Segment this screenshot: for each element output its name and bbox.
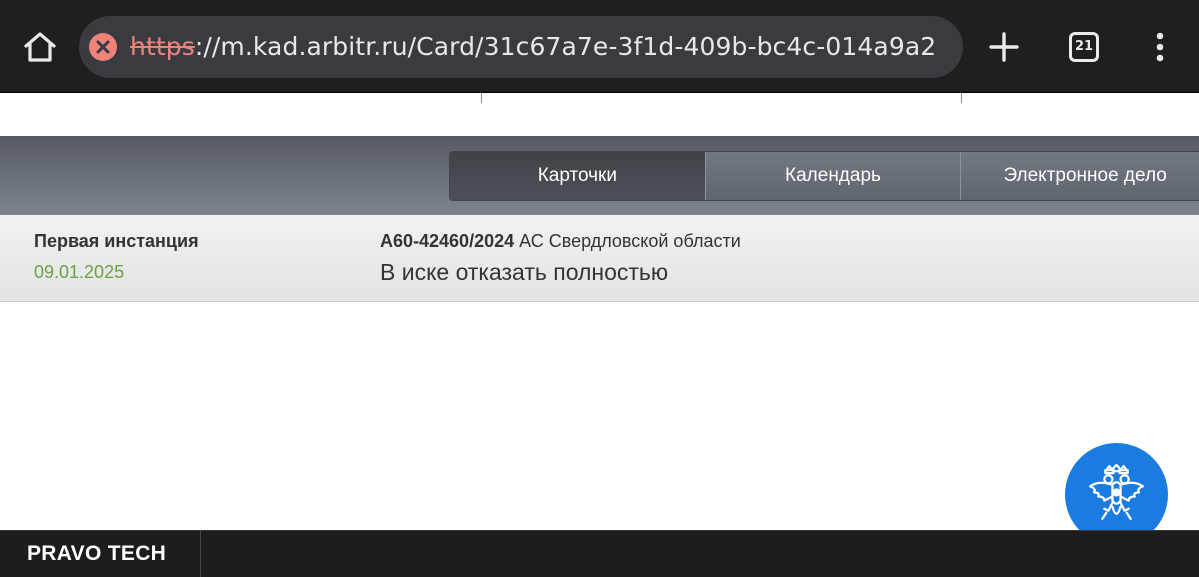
instance-label: Первая инстанция bbox=[34, 231, 199, 251]
home-button[interactable] bbox=[22, 29, 58, 65]
case-number[interactable]: А60-42460/2024 bbox=[380, 231, 514, 251]
case-result: В иске отказать полностью bbox=[380, 259, 669, 285]
tab-cards[interactable]: Карточки bbox=[450, 152, 705, 200]
url-scheme: https bbox=[130, 32, 195, 61]
url-text[interactable]: https://m.kad.arbitr.ru/Card/31c67a7e-3f… bbox=[130, 16, 960, 78]
tab-switcher-button[interactable]: 21 bbox=[1069, 32, 1099, 62]
browser-toolbar: https://m.kad.arbitr.ru/Card/31c67a7e-3f… bbox=[0, 0, 1199, 93]
case-list-item[interactable]: Первая инстанция 09.01.2025 А60-42460/20… bbox=[0, 215, 1199, 302]
court-name: АС Свердловской области bbox=[514, 231, 741, 251]
footer-brand-logo[interactable]: PRAVO TECH bbox=[0, 531, 201, 577]
instance-date: 09.01.2025 bbox=[34, 262, 125, 282]
tab-calendar[interactable]: Календарь bbox=[704, 152, 961, 200]
home-icon bbox=[24, 32, 56, 62]
address-bar[interactable]: https://m.kad.arbitr.ru/Card/31c67a7e-3f… bbox=[79, 16, 963, 78]
new-tab-button[interactable] bbox=[986, 29, 1022, 65]
plus-icon bbox=[989, 32, 1019, 62]
page: https://m.kad.arbitr.ru/Card/31c67a7e-3f… bbox=[0, 0, 1199, 577]
url-path: ://m.kad.arbitr.ru/Card/31c67a7e-3f1d-40… bbox=[194, 32, 937, 61]
tab-count: 21 bbox=[1074, 39, 1094, 54]
insecure-warning-icon bbox=[89, 33, 117, 61]
tab-electronic-case[interactable]: Электронное дело bbox=[960, 152, 1199, 200]
strip-divider bbox=[961, 93, 962, 103]
more-vertical-icon bbox=[1156, 32, 1164, 62]
header-strip bbox=[0, 93, 1199, 136]
card-tabs: Карточки Календарь Электронное дело bbox=[449, 151, 1199, 201]
site-footer: PRAVO TECH bbox=[0, 530, 1199, 577]
strip-divider bbox=[481, 93, 482, 103]
card-nav-bar: Карточки Календарь Электронное дело bbox=[0, 136, 1199, 215]
browser-menu-button[interactable] bbox=[1146, 29, 1174, 65]
case-header: А60-42460/2024 АС Свердловской области bbox=[380, 231, 741, 252]
russian-coat-of-arms-icon bbox=[1088, 463, 1145, 520]
